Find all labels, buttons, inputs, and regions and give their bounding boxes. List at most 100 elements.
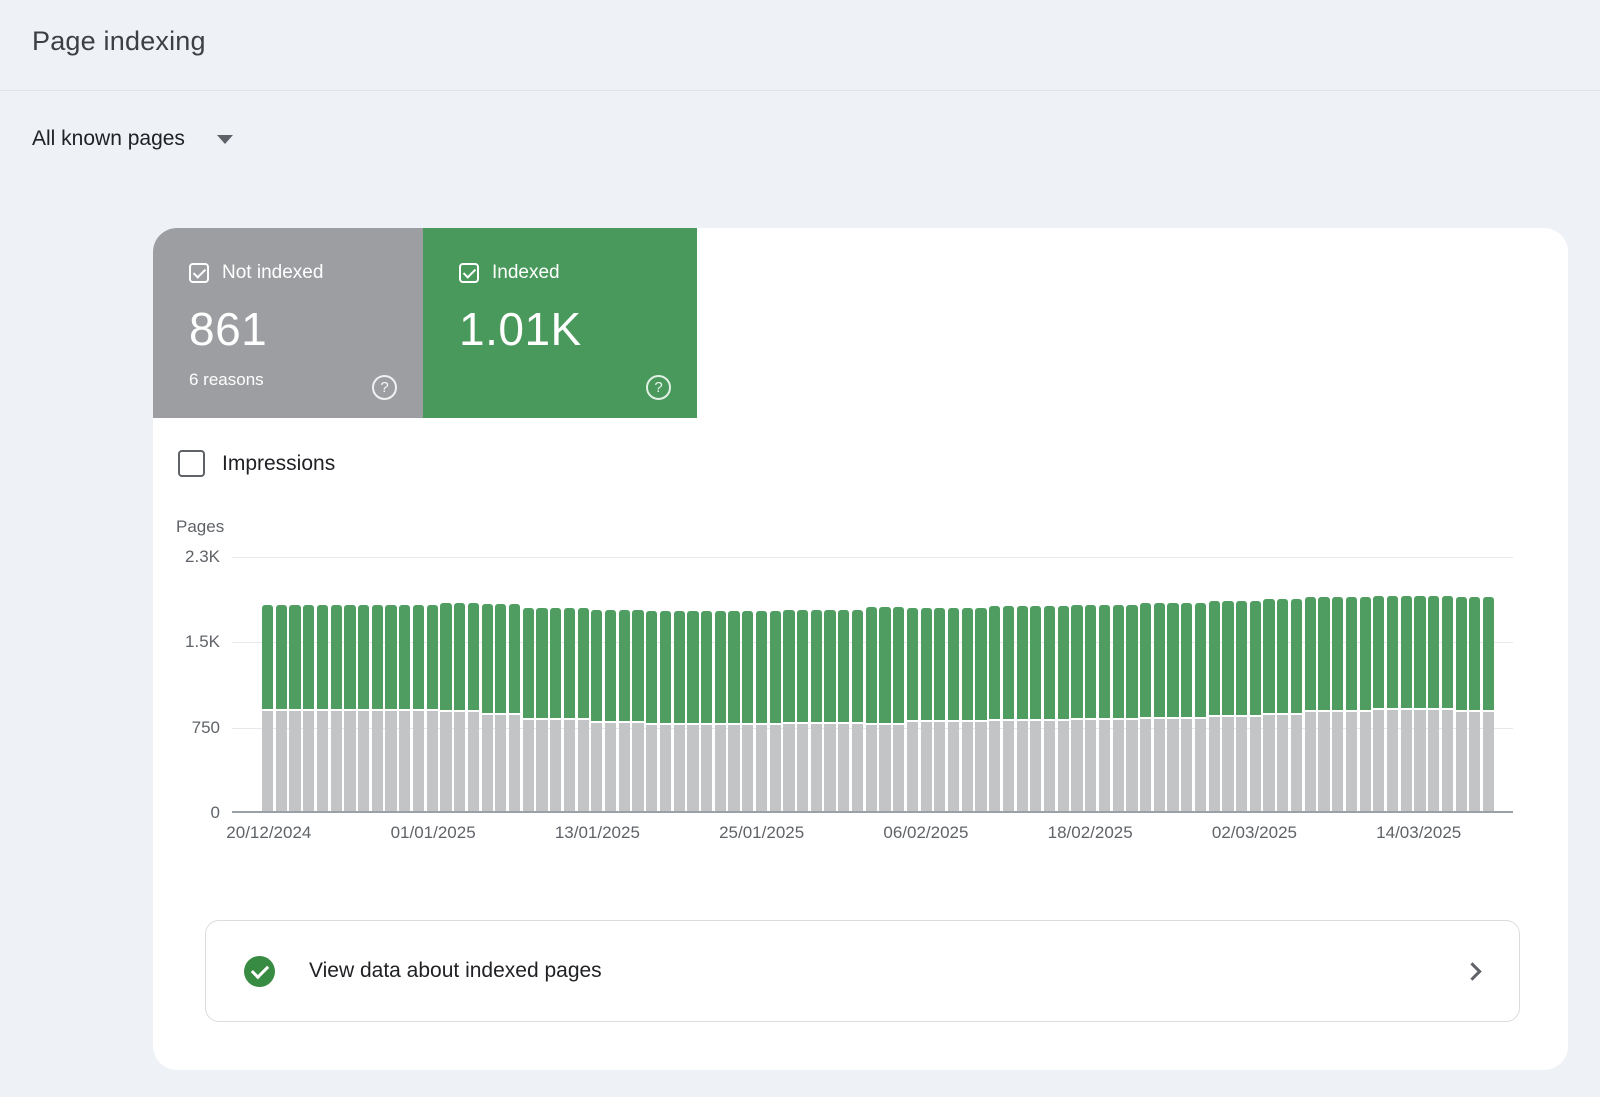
stacked-bar[interactable] <box>1291 599 1302 811</box>
stacked-bar[interactable] <box>1209 601 1220 811</box>
stacked-bar[interactable] <box>289 605 300 811</box>
stacked-bar[interactable] <box>824 610 835 811</box>
help-icon[interactable]: ? <box>646 375 671 400</box>
stacked-bar[interactable] <box>482 604 493 811</box>
stacked-bar[interactable] <box>893 607 904 811</box>
stacked-bar[interactable] <box>728 611 739 811</box>
stacked-bar[interactable] <box>605 610 616 811</box>
stacked-bar[interactable] <box>1099 605 1110 812</box>
stacked-bar[interactable] <box>399 605 410 811</box>
stacked-bar[interactable] <box>550 608 561 811</box>
stacked-bar[interactable] <box>1017 606 1028 811</box>
stacked-bar[interactable] <box>674 611 685 811</box>
stacked-bar[interactable] <box>770 611 781 811</box>
stacked-bar[interactable] <box>1250 601 1261 811</box>
stacked-bar[interactable] <box>1085 605 1096 812</box>
stacked-bar[interactable] <box>358 605 369 811</box>
stacked-bar[interactable] <box>756 611 767 811</box>
stacked-bar[interactable] <box>1332 597 1343 811</box>
stacked-bar[interactable] <box>385 605 396 811</box>
checked-checkbox-icon[interactable] <box>459 263 479 283</box>
stacked-bar[interactable] <box>509 604 520 811</box>
stacked-bar[interactable] <box>1277 599 1288 811</box>
stacked-bar[interactable] <box>1167 603 1178 811</box>
stacked-bar[interactable] <box>632 610 643 811</box>
indexed-card[interactable]: Indexed 1.01K ? <box>423 228 697 418</box>
all-known-pages-dropdown[interactable]: All known pages <box>32 127 233 151</box>
stacked-bar[interactable] <box>1181 603 1192 811</box>
chevron-right-icon[interactable] <box>1463 962 1481 980</box>
stacked-bar[interactable] <box>1360 597 1371 811</box>
stacked-bar[interactable] <box>1483 597 1494 811</box>
stacked-bar[interactable] <box>701 611 712 811</box>
stacked-bar[interactable] <box>1044 606 1055 811</box>
help-icon[interactable]: ? <box>372 375 397 400</box>
stacked-bar[interactable] <box>1387 596 1398 811</box>
stacked-bar[interactable] <box>372 605 383 811</box>
stacked-bar[interactable] <box>495 604 506 811</box>
stacked-bar[interactable] <box>1428 596 1439 811</box>
stacked-bar[interactable] <box>1154 603 1165 811</box>
stacked-bar[interactable] <box>413 605 424 811</box>
stacked-bar[interactable] <box>344 605 355 811</box>
stacked-bar[interactable] <box>1401 596 1412 811</box>
stacked-bar[interactable] <box>536 608 547 811</box>
stacked-bar[interactable] <box>331 605 342 811</box>
stacked-bar[interactable] <box>921 608 932 811</box>
stacked-bar[interactable] <box>934 608 945 811</box>
stacked-bar[interactable] <box>1318 597 1329 811</box>
stacked-bar[interactable] <box>427 605 438 811</box>
stacked-bar[interactable] <box>262 605 273 811</box>
stacked-bar[interactable] <box>1236 601 1247 811</box>
stacked-bar[interactable] <box>1222 601 1233 811</box>
stacked-bar[interactable] <box>1346 597 1357 811</box>
stacked-bar[interactable] <box>852 610 863 811</box>
stacked-bar[interactable] <box>564 608 575 811</box>
stacked-bar[interactable] <box>523 608 534 811</box>
stacked-bar[interactable] <box>975 608 986 811</box>
stacked-bar[interactable] <box>591 610 602 811</box>
not-indexed-card[interactable]: Not indexed 861 6 reasons ? <box>153 228 423 418</box>
stacked-bar[interactable] <box>783 610 794 811</box>
stacked-bar[interactable] <box>866 607 877 811</box>
stacked-bar[interactable] <box>468 603 479 811</box>
stacked-bar[interactable] <box>646 611 657 811</box>
stacked-bar[interactable] <box>1373 596 1384 811</box>
stacked-bar[interactable] <box>578 608 589 811</box>
stacked-bar[interactable] <box>317 605 328 811</box>
stacked-bar[interactable] <box>1305 597 1316 811</box>
stacked-bar[interactable] <box>1456 597 1467 811</box>
view-indexed-data-row[interactable]: View data about indexed pages <box>205 920 1520 1022</box>
stacked-bar[interactable] <box>440 603 451 811</box>
impressions-toggle[interactable]: Impressions <box>178 450 335 477</box>
stacked-bar[interactable] <box>907 608 918 811</box>
stacked-bar[interactable] <box>1126 605 1137 812</box>
stacked-bar[interactable] <box>1058 606 1069 811</box>
stacked-bar[interactable] <box>715 611 726 811</box>
impressions-checkbox[interactable] <box>178 450 205 477</box>
stacked-bar[interactable] <box>454 603 465 811</box>
stacked-bar[interactable] <box>619 610 630 811</box>
stacked-bar[interactable] <box>1030 606 1041 811</box>
checked-checkbox-icon[interactable] <box>189 263 209 283</box>
stacked-bar[interactable] <box>879 607 890 811</box>
stacked-bar[interactable] <box>948 608 959 811</box>
stacked-bar[interactable] <box>1003 606 1014 811</box>
stacked-bar[interactable] <box>687 611 698 811</box>
stacked-bar[interactable] <box>276 605 287 811</box>
stacked-bar[interactable] <box>1469 597 1480 811</box>
stacked-bar[interactable] <box>962 608 973 811</box>
stacked-bar[interactable] <box>1263 599 1274 811</box>
stacked-bar[interactable] <box>1442 596 1453 811</box>
stacked-bar[interactable] <box>838 610 849 811</box>
stacked-bar[interactable] <box>1414 596 1425 811</box>
stacked-bar[interactable] <box>660 611 671 811</box>
stacked-bar[interactable] <box>1195 603 1206 811</box>
stacked-bar[interactable] <box>1071 605 1082 812</box>
stacked-bar[interactable] <box>797 610 808 811</box>
stacked-bar[interactable] <box>989 606 1000 811</box>
stacked-bar[interactable] <box>303 605 314 811</box>
stacked-bar[interactable] <box>742 611 753 811</box>
stacked-bar[interactable] <box>1140 603 1151 811</box>
stacked-bar[interactable] <box>1113 605 1124 812</box>
